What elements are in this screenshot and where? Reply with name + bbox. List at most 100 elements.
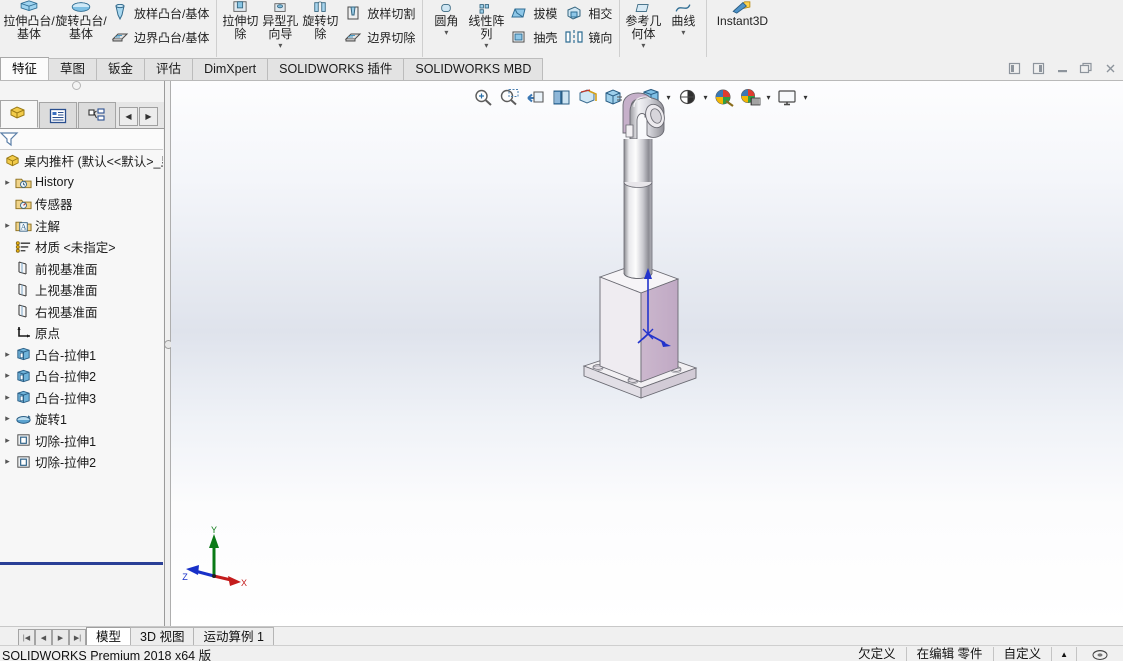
tree-item-boss-extrude1[interactable]: ▸ 凸台-拉伸1 (0, 344, 163, 366)
expand-boss-extrude2-icon[interactable]: ▸ (2, 370, 13, 381)
bottom-tab-motion-study[interactable]: 运动算例 1 (193, 627, 274, 646)
svg-text:A: A (20, 223, 26, 232)
tab-solidworks-mbd[interactable]: SOLIDWORKS MBD (403, 58, 544, 80)
ribbon-toolbar: 拉伸凸台/基体 旋转凸台/基体 放样凸台/基体 边界凸台/基体 拉伸切除 异型孔… (0, 0, 1123, 58)
restore-right-icon[interactable] (1027, 59, 1049, 78)
tab-dimxpert[interactable]: DimXpert (192, 58, 269, 80)
first-tab-button[interactable]: |◀ (18, 629, 35, 646)
mirror-button[interactable]: 镜向 (561, 25, 616, 49)
linear-pattern-button[interactable]: 线性阵列 ▾ (466, 0, 506, 50)
curves-button[interactable]: 曲线 ▾ (663, 0, 703, 37)
extrude-cut-button[interactable]: 拉伸切除 (220, 0, 260, 41)
expand-cut-extrude1-icon[interactable]: ▸ (2, 435, 13, 446)
intersect-button[interactable]: 相交 (561, 1, 616, 25)
extrude-boss-button[interactable]: 拉伸凸台/基体 (3, 0, 55, 41)
instant3d-button[interactable]: Instant3D (710, 0, 774, 28)
property-manager-icon (49, 108, 67, 123)
tree-item-history[interactable]: ▸ History (0, 172, 163, 194)
status-custom-units[interactable]: 自定义 (992, 646, 1052, 661)
tab-features[interactable]: 特征 (0, 57, 50, 80)
tree-item-boss-extrude3[interactable]: ▸ 凸台-拉伸3 (0, 387, 163, 409)
expand-history-icon[interactable]: ▸ (2, 177, 13, 188)
restore-left-icon[interactable] (1003, 59, 1025, 78)
fillet-caret-icon[interactable]: ▾ (444, 29, 448, 37)
ribbon-group-cut: 拉伸切除 异型孔向导 ▾ 旋转切除 放样切割 边界切除 (217, 0, 424, 57)
linear-pattern-caret-icon[interactable]: ▾ (484, 42, 488, 50)
expand-cut-extrude2-icon[interactable]: ▸ (2, 456, 13, 467)
property-manager-tab[interactable] (39, 102, 77, 128)
cut-extrude-icon (13, 453, 33, 471)
linear-pattern-label: 线性阵列 (468, 14, 505, 41)
expand-annotations-icon[interactable]: ▸ (2, 220, 13, 231)
tree-item-part-root[interactable]: 桌内推杆 (默认<<默认>_显 (0, 150, 163, 172)
status-units-caret-icon[interactable]: ▲ (1051, 646, 1076, 661)
tab-sketch[interactable]: 草图 (48, 58, 98, 80)
reference-geometry-caret-icon[interactable]: ▾ (641, 42, 645, 50)
fillet-button[interactable]: 圆角 ▾ (426, 0, 466, 37)
close-window-icon[interactable] (1099, 59, 1121, 78)
tab-sheetmetal[interactable]: 钣金 (96, 58, 146, 80)
curves-caret-icon[interactable]: ▾ (681, 29, 685, 37)
tree-item-sensors[interactable]: 传感器 (0, 193, 163, 215)
expand-boss-extrude1-icon[interactable]: ▸ (2, 349, 13, 360)
tab-evaluate[interactable]: 评估 (144, 58, 194, 80)
configuration-manager-tab[interactable] (78, 102, 116, 128)
panel-tab-row: ◀ ▶ (0, 100, 164, 129)
tree-item-origin[interactable]: 原点 (0, 322, 163, 344)
solidworks-window: 拉伸凸台/基体 旋转凸台/基体 放样凸台/基体 边界凸台/基体 拉伸切除 异型孔… (0, 0, 1123, 661)
expand-revolve1-icon[interactable]: ▸ (2, 413, 13, 424)
hole-wizard-caret-icon[interactable]: ▾ (278, 42, 282, 50)
overwrite-icon[interactable] (1076, 646, 1123, 661)
boundary-cut-button[interactable]: 边界切除 (340, 25, 419, 49)
reference-geometry-button[interactable]: 参考几何体 ▾ (623, 0, 663, 50)
extrude-cut-label: 拉伸切除 (222, 14, 259, 41)
tree-item-top-plane[interactable]: 上视基准面 (0, 279, 163, 301)
shell-button[interactable]: 抽壳 (506, 25, 561, 49)
hole-wizard-icon (269, 0, 291, 14)
bottom-tab-model[interactable]: 模型 (86, 627, 132, 646)
filter-icon (0, 132, 19, 147)
tree-item-right-plane[interactable]: 右视基准面 (0, 301, 163, 323)
bottom-tab-3dviews[interactable]: 3D 视图 (130, 627, 195, 646)
command-manager-tabstrip: 特征 草图 钣金 评估 DimXpert SOLIDWORKS 插件 SOLID… (0, 57, 1123, 81)
tree-item-material[interactable]: 材质 <未指定> (0, 236, 163, 258)
ribbon-group-feature: 圆角 ▾ 线性阵列 ▾ 拔模 抽壳 相交 镜向 (423, 0, 621, 57)
next-tab-button[interactable]: ▶ (52, 629, 69, 646)
tree-item-cut-extrude1[interactable]: ▸ 切除-拉伸1 (0, 430, 163, 452)
tree-item-revolve1[interactable]: ▸ 旋转1 (0, 408, 163, 430)
graphics-area[interactable]: ▾ ▾ ▾ ▾ Y Z X (171, 81, 1123, 626)
tree-forward-button[interactable]: ▶ (139, 107, 158, 126)
tree-item-revolve1-label: 旋转1 (35, 413, 67, 428)
restore-window-icon[interactable] (1075, 59, 1097, 78)
tree-item-annotations[interactable]: ▸ A 注解 (0, 215, 163, 237)
tree-item-right-plane-label: 右视基准面 (35, 305, 98, 320)
expand-boss-extrude3-icon[interactable]: ▸ (2, 392, 13, 403)
boundary-boss-button[interactable]: 边界凸台/基体 (107, 25, 213, 49)
prev-tab-button[interactable]: ◀ (35, 629, 52, 646)
loft-cut-label: 放样切割 (367, 6, 416, 21)
model-3d-view[interactable] (171, 81, 1123, 626)
revolve-cut-button[interactable]: 旋转切除 (300, 0, 340, 41)
tree-item-boss-extrude3-label: 凸台-拉伸3 (35, 391, 97, 406)
last-tab-button[interactable]: ▶| (69, 629, 86, 646)
loft-boss-button[interactable]: 放样凸台/基体 (107, 1, 213, 25)
plane-icon (13, 281, 33, 299)
shell-icon (508, 27, 530, 47)
tree-back-button[interactable]: ◀ (119, 107, 138, 126)
tab-features-label: 特征 (12, 62, 38, 76)
revolve-boss-button[interactable]: 旋转凸台/基体 (55, 0, 107, 41)
part-geometry (582, 92, 698, 399)
tree-item-front-plane[interactable]: 前视基准面 (0, 258, 163, 280)
tree-item-cut-extrude2[interactable]: ▸ 切除-拉伸2 (0, 451, 163, 473)
tree-item-boss-extrude2[interactable]: ▸ 凸台-拉伸2 (0, 365, 163, 387)
tree-filter-bar[interactable] (0, 129, 163, 150)
loft-cut-button[interactable]: 放样切割 (340, 1, 419, 25)
triad-x-label: X (241, 578, 247, 588)
panel-collapse-dot[interactable] (72, 81, 81, 90)
draft-button[interactable]: 拔模 (506, 1, 561, 25)
feature-manager-tab[interactable] (0, 100, 38, 128)
minimize-icon[interactable] (1051, 59, 1073, 78)
sensors-spacer (2, 198, 13, 209)
hole-wizard-button[interactable]: 异型孔向导 ▾ (260, 0, 300, 50)
tab-solidworks-addins[interactable]: SOLIDWORKS 插件 (267, 58, 405, 80)
